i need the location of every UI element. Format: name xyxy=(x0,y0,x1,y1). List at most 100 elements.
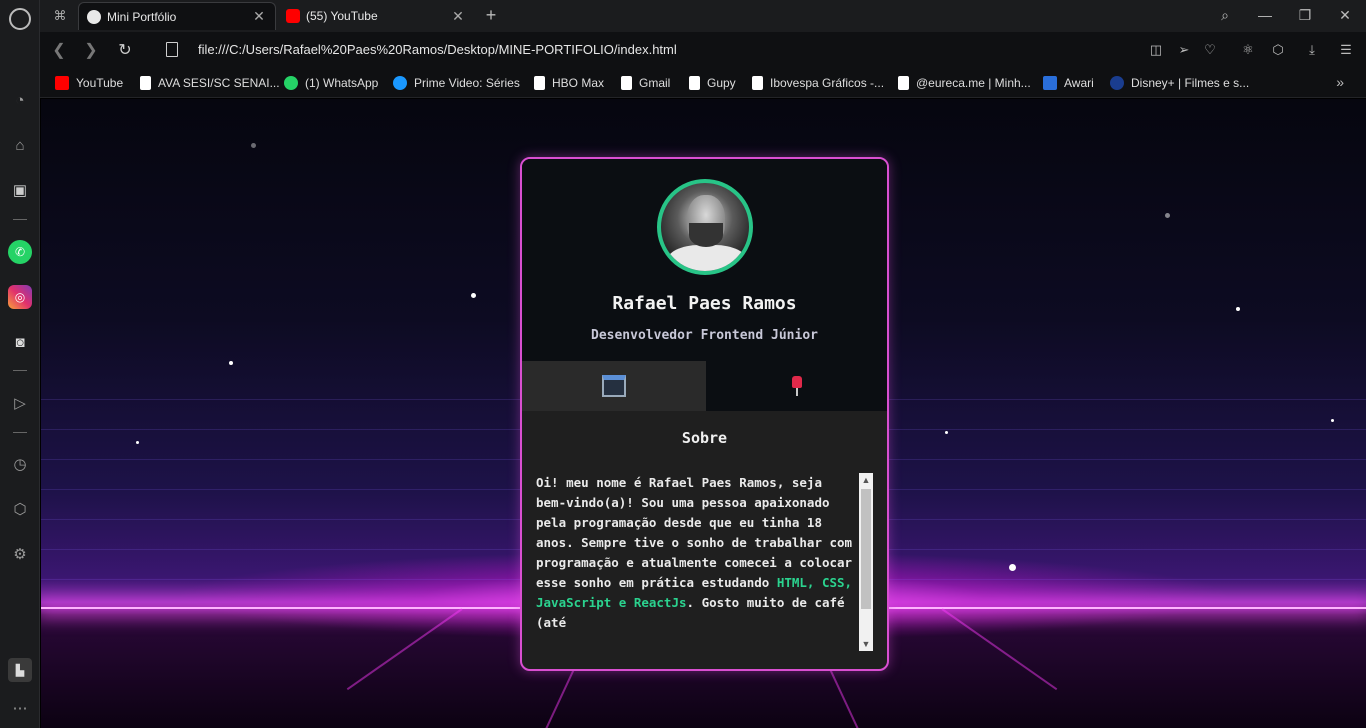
page-icon xyxy=(621,76,632,90)
terminal-icon[interactable]: ▙ xyxy=(8,658,32,682)
page-icon xyxy=(898,76,909,90)
page-background: Rafael Paes Ramos Desenvolvedor Frontend… xyxy=(41,99,1366,728)
youtube-icon xyxy=(55,76,69,90)
star xyxy=(1009,564,1016,571)
floor-line xyxy=(346,608,463,691)
tab-title: (55) YouTube xyxy=(306,9,378,23)
bookmark-label: Gmail xyxy=(639,76,671,90)
prime-icon xyxy=(393,76,407,90)
tab-youtube[interactable]: (55) YouTube ✕ xyxy=(278,2,474,30)
bookmark-eureca[interactable]: @eureca.me | Minh... xyxy=(898,75,1031,91)
star xyxy=(251,143,256,148)
tab-about[interactable] xyxy=(522,361,706,411)
bookmark-prime[interactable]: Prime Video: Séries xyxy=(393,75,520,91)
bookmark-label: Disney+ | Filmes e s... xyxy=(1131,76,1250,90)
heart-icon[interactable]: ♡ xyxy=(1200,40,1220,60)
profile-card: Rafael Paes Ramos Desenvolvedor Frontend… xyxy=(520,157,889,671)
bookmarks-bar: YouTube AVA SESI/SC SENAI... (1) WhatsAp… xyxy=(40,68,1366,98)
bookmark-label: Gupy xyxy=(707,76,736,90)
bookmark-label: Prime Video: Séries xyxy=(414,76,520,90)
bookmark-label: HBO Max xyxy=(552,76,605,90)
chevron-double-right-icon[interactable]: » xyxy=(1336,74,1344,90)
sidebar-divider xyxy=(13,219,27,220)
star xyxy=(1236,307,1240,311)
globe-icon xyxy=(87,9,101,24)
star xyxy=(1165,213,1170,218)
history-icon[interactable]: ◷ xyxy=(8,452,32,476)
forward-button[interactable]: ❯ xyxy=(80,39,102,61)
workspace-icon[interactable]: ⌘ xyxy=(48,6,72,26)
back-button[interactable]: ❮ xyxy=(48,39,70,61)
page-icon xyxy=(752,76,763,90)
easy-setup-icon[interactable]: ☰ xyxy=(1336,40,1356,60)
star xyxy=(1331,419,1334,422)
bookmark-whatsapp[interactable]: (1) WhatsApp xyxy=(284,75,378,91)
url-field[interactable]: file:///C:/Users/Rafael%20Paes%20Ramos/D… xyxy=(198,42,677,57)
page-icon xyxy=(534,76,545,90)
bookmark-youtube[interactable]: YouTube xyxy=(55,75,123,91)
star xyxy=(471,293,476,298)
tab-bar: ⌘ Mini Portfólio ✕ (55) YouTube ✕ + ⌕ — … xyxy=(40,0,1366,32)
close-icon[interactable]: ✕ xyxy=(251,8,267,25)
whatsapp-icon xyxy=(284,76,298,90)
camera-icon[interactable]: ◫ xyxy=(1146,40,1166,60)
profile-role: Desenvolvedor Frontend Júnior xyxy=(591,328,818,343)
page-icon xyxy=(140,76,151,90)
floor-line xyxy=(941,608,1058,691)
disney-icon xyxy=(1110,76,1124,90)
bookmark-awari[interactable]: Awari xyxy=(1043,75,1094,91)
search-tabs-icon[interactable]: ⌕ xyxy=(1212,4,1238,26)
instagram-icon[interactable]: ◎ xyxy=(8,285,32,309)
download-icon[interactable]: ⤓ xyxy=(1302,40,1322,60)
pin-icon xyxy=(791,376,802,396)
player-icon[interactable]: ▷ xyxy=(8,391,32,415)
youtube-icon xyxy=(286,9,300,23)
awari-icon xyxy=(1043,76,1057,90)
tab-location[interactable] xyxy=(706,361,887,411)
avatar-body xyxy=(667,245,747,271)
bookmark-hbo[interactable]: HBO Max xyxy=(534,75,604,91)
file-icon xyxy=(166,42,178,57)
bookmark-gmail[interactable]: Gmail xyxy=(621,75,670,91)
close-window-button[interactable]: ✕ xyxy=(1332,4,1358,26)
scroll-up-icon[interactable]: ▲ xyxy=(859,473,873,487)
reload-button[interactable]: ↻ xyxy=(114,39,136,61)
new-tab-button[interactable]: + xyxy=(480,4,502,26)
maximize-button[interactable]: ❐ xyxy=(1292,4,1318,26)
twitch-icon[interactable]: ▣ xyxy=(8,178,32,202)
card-header: Rafael Paes Ramos Desenvolvedor Frontend… xyxy=(522,159,887,361)
scrollbar-thumb[interactable] xyxy=(861,489,871,609)
about-text-part: Oi! meu nome é Rafael Paes Ramos, seja b… xyxy=(536,475,853,590)
close-icon[interactable]: ✕ xyxy=(450,8,466,25)
page-icon xyxy=(689,76,700,90)
bookmark-label: @eureca.me | Minh... xyxy=(916,76,1031,90)
bookmark-disney[interactable]: Disney+ | Filmes e s... xyxy=(1110,75,1249,91)
about-text: Oi! meu nome é Rafael Paes Ramos, seja b… xyxy=(536,473,859,653)
speed-dial-icon[interactable]: ◔ xyxy=(8,88,32,112)
bookmark-ava[interactable]: AVA SESI/SC SENAI... xyxy=(140,75,280,91)
settings-icon[interactable]: ⚙ xyxy=(8,542,32,566)
card-tabs xyxy=(522,361,887,411)
scroll-down-icon[interactable]: ▼ xyxy=(859,637,873,651)
whatsapp-icon[interactable]: ✆ xyxy=(8,240,32,264)
more-icon[interactable]: ⋯ xyxy=(8,696,32,720)
about-scrollbar[interactable]: ▲ ▼ xyxy=(859,473,873,651)
address-bar: ❮ ❯ ↻ file:///C:/Users/Rafael%20Paes%20R… xyxy=(40,32,1366,68)
minimize-button[interactable]: — xyxy=(1252,4,1278,26)
star xyxy=(229,361,233,365)
discord-icon[interactable]: ◙ xyxy=(8,330,32,354)
tab-mini-portfolio[interactable]: Mini Portfólio ✕ xyxy=(78,2,276,30)
bookmark-gupy[interactable]: Gupy xyxy=(689,75,736,91)
bag-icon[interactable]: ⌂ xyxy=(8,133,32,157)
star xyxy=(945,431,948,434)
opera-logo-icon[interactable] xyxy=(9,8,31,30)
extensions-icon[interactable]: ⬡ xyxy=(8,497,32,521)
send-icon[interactable]: ➢ xyxy=(1174,40,1194,60)
bookmark-ibovespa[interactable]: Ibovespa Gráficos -... xyxy=(752,75,884,91)
tab-title: Mini Portfólio xyxy=(107,9,177,24)
cube-icon[interactable]: ⬡ xyxy=(1268,40,1288,60)
bookmark-label: YouTube xyxy=(76,76,124,90)
react-devtools-icon[interactable]: ⚛ xyxy=(1238,40,1258,60)
avatar xyxy=(657,179,753,275)
bookmark-label: AVA SESI/SC SENAI... xyxy=(158,76,280,90)
